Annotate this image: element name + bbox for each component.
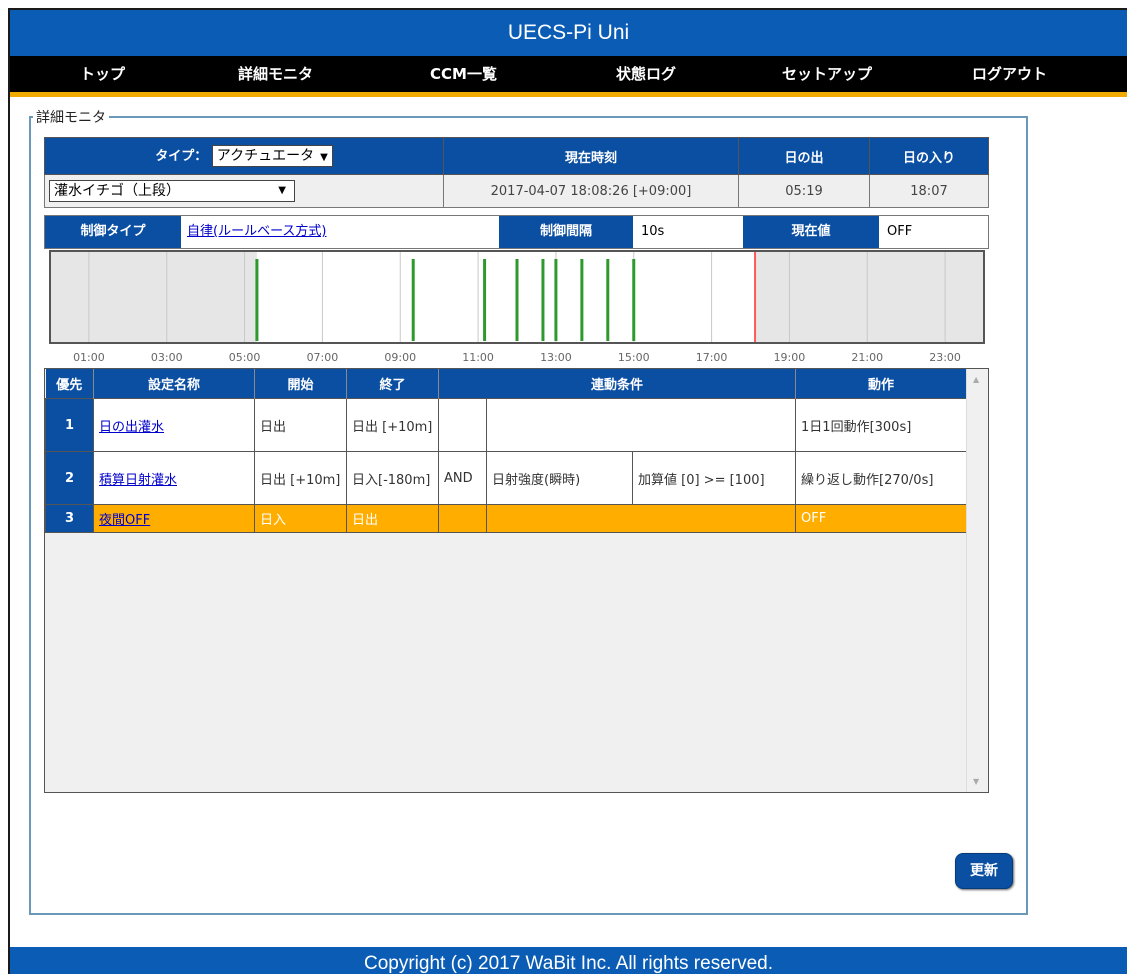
- row-condition: [485, 504, 797, 533]
- row-end: 日出: [346, 504, 439, 533]
- row-name-cell: 積算日射灌水: [93, 451, 255, 505]
- row-name-cell: 夜間OFF: [93, 504, 255, 533]
- on-pulse: [554, 259, 558, 341]
- interval-value: 10s: [641, 224, 665, 239]
- setting-name-link[interactable]: 日の出灌水: [99, 420, 164, 435]
- nav-status-log[interactable]: 状態ログ: [616, 56, 676, 92]
- panel-legend: 詳細モニタ: [36, 110, 106, 126]
- tick-label: 09:00: [384, 351, 416, 364]
- tick-label: 19:00: [774, 351, 806, 364]
- row-logic: AND: [438, 451, 487, 505]
- type-select-value: アクチュエータ: [216, 148, 315, 165]
- schedule-panel: 優先 設定名称 開始 終了 連動条件 動作 1 日の出灌水 日出 日出 [+10…: [44, 368, 989, 793]
- control-row: 制御タイプ 自律(ルールベース方式) 制御間隔 10s 現在値 OFF: [44, 215, 989, 249]
- nav-detail-monitor[interactable]: 詳細モニタ: [238, 56, 313, 92]
- schedule-scrollbar[interactable]: ▲ ▼: [966, 369, 988, 792]
- row-end: 日入[-180m]: [346, 451, 439, 505]
- row-logic: [438, 504, 487, 533]
- tick-label: 13:00: [540, 351, 572, 364]
- on-pulse: [632, 259, 636, 341]
- type-select[interactable]: アクチュエータ ▼: [211, 145, 333, 168]
- row-start: 日出 [+10m]: [254, 451, 347, 505]
- device-select-value: 灌水イチゴ（上段）: [54, 183, 180, 199]
- col-priority: 優先: [45, 369, 94, 399]
- tick-label: 05:00: [229, 351, 261, 364]
- col-condition: 連動条件: [438, 369, 797, 399]
- tick-label: 17:00: [696, 351, 728, 364]
- nav-logout[interactable]: ログアウト: [972, 56, 1047, 92]
- nav-setup[interactable]: セットアップ: [782, 56, 872, 92]
- sunset-header: 日の入り: [869, 137, 989, 175]
- device-cell: 灌水イチゴ（上段） ▼: [44, 174, 444, 208]
- sunrise-value: 05:19: [738, 174, 870, 208]
- current-value-label: 現在値: [743, 216, 879, 248]
- table-row-active: 3 夜間OFF 日入 日出 OFF: [45, 504, 967, 533]
- tick-label: 03:00: [151, 351, 183, 364]
- tick-label: 11:00: [462, 351, 494, 364]
- row-start: 日出: [254, 398, 347, 452]
- nav-top[interactable]: トップ: [80, 56, 125, 92]
- inactive-region-before: [50, 251, 257, 343]
- row-end: 日出 [+10m]: [346, 398, 439, 452]
- tick-label: 21:00: [851, 351, 883, 364]
- on-pulse: [541, 259, 545, 341]
- nav-bar: トップ 詳細モニタ CCM一覧 状態ログ セットアップ ログアウト: [10, 56, 1127, 97]
- current-time-header: 現在時刻: [443, 137, 739, 175]
- row-condition-value: 加算値 [0] >= [100]: [631, 451, 797, 505]
- col-start: 開始: [254, 369, 347, 399]
- tick-label: 23:00: [929, 351, 961, 364]
- control-type-label: 制御タイプ: [45, 216, 181, 248]
- control-type-link[interactable]: 自律(ルールベース方式): [187, 216, 497, 248]
- scroll-down-icon[interactable]: ▼: [973, 777, 979, 786]
- row-priority: 3: [45, 504, 94, 533]
- scroll-up-icon[interactable]: ▲: [973, 375, 979, 384]
- col-action: 動作: [795, 369, 967, 399]
- row-priority: 1: [45, 398, 94, 452]
- row-start: 日入: [254, 504, 347, 533]
- sunset-value: 18:07: [869, 174, 989, 208]
- timeline-svg: 01:00 03:00 05:00 07:00 09:00 11:00 13:00 15:00…: [49, 250, 985, 364]
- refresh-button[interactable]: 更新: [955, 853, 1013, 889]
- interval-label: 制御間隔: [499, 216, 633, 248]
- on-pulse: [515, 259, 519, 341]
- on-pulse: [411, 259, 415, 341]
- on-pulse: [606, 259, 610, 341]
- row-logic: [438, 398, 487, 452]
- tick-label: 01:00: [73, 351, 105, 364]
- app-title: UECS-Pi Uni: [10, 10, 1127, 56]
- info-table: タイプ： アクチュエータ ▼ 現在時刻 日の出 日の入り 灌水イチゴ（上段） ▼ 2…: [44, 137, 989, 208]
- dropdown-arrow-icon: ▼: [278, 185, 286, 196]
- current-value: OFF: [887, 224, 913, 239]
- table-row: 2 積算日射灌水 日出 [+10m] 日入[-180m] AND 日射強度(瞬時…: [45, 451, 967, 505]
- col-setting-name: 設定名称: [93, 369, 255, 399]
- nav-ccm-list[interactable]: CCM一覧: [430, 56, 497, 92]
- row-action: 1日1回動作[300s]: [795, 398, 967, 452]
- schedule-table: 優先 設定名称 開始 終了 連動条件 動作 1 日の出灌水 日出 日出 [+10…: [45, 369, 967, 533]
- on-pulse: [483, 259, 487, 341]
- setting-name-link[interactable]: 積算日射灌水: [99, 473, 177, 488]
- dropdown-arrow-icon: ▼: [320, 152, 328, 164]
- tick-label: 15:00: [618, 351, 650, 364]
- row-condition: [485, 398, 797, 452]
- tick-label: 07:00: [307, 351, 339, 364]
- row-action: OFF: [795, 504, 967, 533]
- type-label: タイプ：: [155, 148, 208, 164]
- col-end: 終了: [346, 369, 439, 399]
- current-time-value: 2017-04-07 18:08:26 [+09:00]: [443, 174, 739, 208]
- sunrise-header: 日の出: [738, 137, 870, 175]
- device-select[interactable]: 灌水イチゴ（上段） ▼: [49, 180, 295, 202]
- row-name-cell: 日の出灌水: [93, 398, 255, 452]
- row-priority: 2: [45, 451, 94, 505]
- type-header: タイプ： アクチュエータ ▼: [44, 137, 444, 175]
- setting-name-link[interactable]: 夜間OFF: [99, 513, 150, 528]
- on-pulse: [580, 259, 584, 341]
- timeline-chart: 01:00 03:00 05:00 07:00 09:00 11:00 13:00 15:00…: [44, 249, 989, 367]
- table-row: 1 日の出灌水 日出 日出 [+10m] 1日1回動作[300s]: [45, 398, 967, 452]
- footer-copyright: Copyright (c) 2017 WaBit Inc. All rights…: [10, 947, 1127, 974]
- row-action: 繰り返し動作[270/0s]: [795, 451, 967, 505]
- row-condition: 日射強度(瞬時): [486, 451, 633, 505]
- on-pulse: [255, 259, 259, 341]
